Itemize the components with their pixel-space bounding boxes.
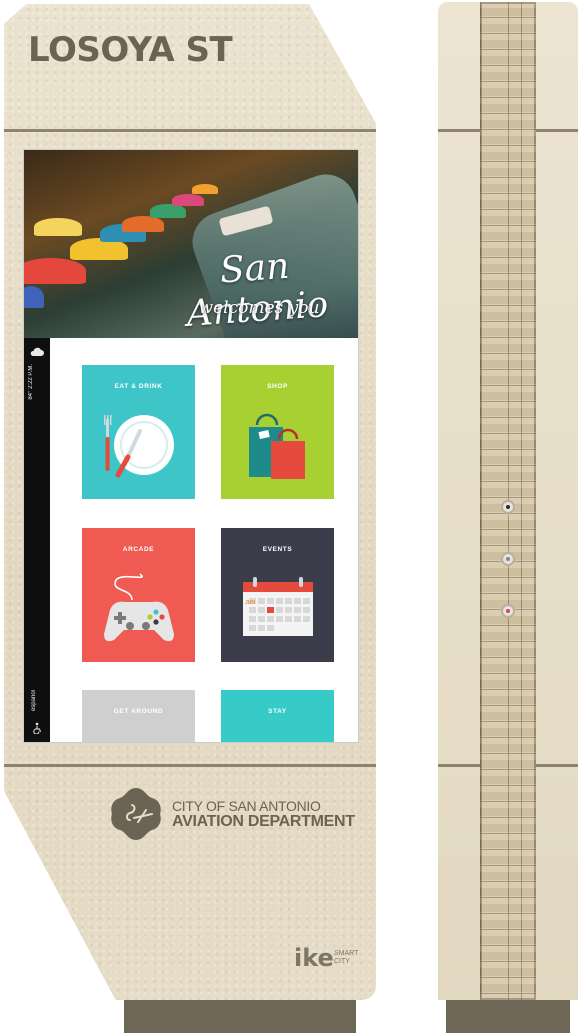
plate-utensils-icon — [104, 415, 174, 478]
ike-tag-line1: SMART — [334, 950, 359, 957]
shopping-bags-icon — [249, 413, 305, 479]
ike-logo: ike — [294, 944, 334, 972]
kiosk-groove-bottom — [4, 764, 376, 767]
street-name-sign: LOSOYA ST — [28, 30, 233, 70]
city-seal-logo — [111, 788, 161, 840]
calendar-month-label: JUN — [245, 600, 256, 606]
stone-column — [480, 2, 536, 1000]
kiosk-groove-top — [4, 129, 376, 132]
tile-label: GET AROUND — [113, 708, 164, 715]
tile-label: SHOP — [267, 383, 288, 390]
hero-subtitle: welcomes you — [198, 298, 320, 318]
accessibility-icon[interactable] — [31, 722, 43, 734]
language-toggle[interactable]: español — [31, 690, 37, 711]
city-name-text: CITY OF SAN ANTONIO — [172, 798, 321, 814]
kiosk-front-view: LOSOYA ST San Antonio welcomes you 84° 2… — [0, 0, 380, 1033]
status-sidebar: 84° 2:22 P.M. español — [24, 338, 50, 742]
kiosk-side-view — [438, 0, 578, 1033]
hero-title: San Antonio — [185, 245, 330, 335]
kiosk-side-base — [446, 1000, 570, 1033]
tile-label: EAT & DRINK — [114, 383, 163, 390]
weather-cloud-icon — [30, 347, 44, 356]
kiosk-front-base — [124, 1000, 356, 1033]
kiosk-touchscreen: San Antonio welcomes you 84° 2:22 P.M. e… — [24, 150, 358, 742]
umbrella-pink — [172, 194, 204, 206]
umbrella-orange — [122, 216, 164, 232]
temperature-time-readout: 84° 2:22 P.M. — [28, 364, 34, 400]
tile-stay[interactable]: STAY — [221, 690, 334, 742]
side-emergency-button[interactable] — [503, 606, 513, 616]
tile-events[interactable]: EVENTS JUN — [221, 528, 334, 662]
umbrella-light — [34, 218, 82, 236]
department-name-text: AVIATION DEPARTMENT — [172, 813, 355, 830]
button-dot — [506, 557, 510, 561]
umbrella-amber — [192, 184, 218, 194]
umbrella-green — [150, 204, 186, 218]
tile-label: STAY — [268, 708, 287, 715]
tile-eat-drink[interactable]: EAT & DRINK — [82, 365, 195, 499]
button-dot — [506, 609, 510, 613]
tile-label: EVENTS — [262, 546, 293, 553]
ike-smart-city-tag: SMART CITY — [334, 950, 358, 966]
tile-label: ARCADE — [122, 546, 155, 553]
side-sensor-button[interactable] — [503, 554, 513, 564]
button-dot — [506, 505, 510, 509]
calendar-icon — [243, 577, 313, 636]
ike-tag-line2: CITY — [334, 958, 350, 965]
hero-banner: San Antonio welcomes you — [24, 150, 358, 338]
tile-arcade[interactable]: ARCADE — [82, 528, 195, 662]
side-call-button[interactable] — [503, 502, 513, 512]
game-controller-icon — [104, 573, 174, 642]
tile-shop[interactable]: SHOP — [221, 365, 334, 499]
umbrella-navy — [24, 286, 44, 308]
umbrella-red — [24, 258, 86, 284]
tile-get-around[interactable]: GET AROUND — [82, 690, 195, 742]
